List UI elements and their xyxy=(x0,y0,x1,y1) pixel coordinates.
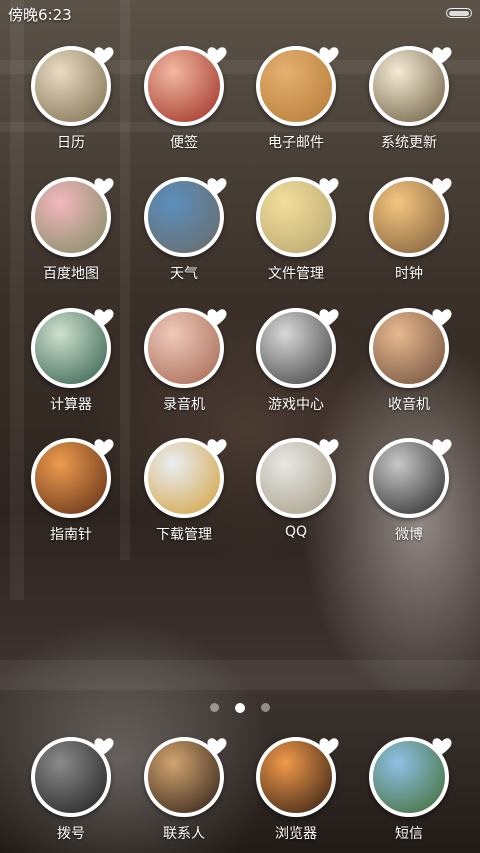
app-icon-wrap xyxy=(144,46,227,126)
heart-icon xyxy=(207,738,227,755)
app-icon-wrap xyxy=(31,438,114,518)
app-icon-wrap xyxy=(369,46,452,126)
heart-icon xyxy=(94,47,114,64)
app-label: 文件管理 xyxy=(268,266,324,282)
app-icon-wrap xyxy=(144,308,227,388)
app-label: 便签 xyxy=(170,135,198,151)
app-label: 系统更新 xyxy=(381,135,437,151)
app-icon-wrap xyxy=(144,438,227,518)
app-label: 时钟 xyxy=(395,266,423,282)
app-label: 联系人 xyxy=(163,826,205,842)
app-icon-wrap xyxy=(31,308,114,388)
page-dot[interactable] xyxy=(261,703,270,712)
heart-icon xyxy=(207,439,227,456)
app-icon-wrap xyxy=(256,46,339,126)
heart-icon xyxy=(319,439,339,456)
page-indicator xyxy=(0,697,480,713)
heart-icon xyxy=(432,439,452,456)
app-label: 计算器 xyxy=(50,397,92,413)
app-icon-wrap xyxy=(31,737,114,817)
dock-dialer[interactable]: 拨号 xyxy=(16,737,126,843)
app-qq[interactable]: QQ xyxy=(241,438,351,540)
app-icon-wrap xyxy=(256,308,339,388)
app-icon-wrap xyxy=(369,438,452,518)
app-label: 游戏中心 xyxy=(268,397,324,413)
app-icon-wrap xyxy=(144,737,227,817)
app-icon-wrap xyxy=(256,177,339,257)
app-label: 天气 xyxy=(170,266,198,282)
heart-icon xyxy=(432,309,452,326)
app-label: 微博 xyxy=(395,527,423,543)
dock-browser[interactable]: 浏览器 xyxy=(241,737,351,843)
dock-messages[interactable]: 短信 xyxy=(354,737,464,843)
app-calculator[interactable]: 计算器 xyxy=(16,308,126,414)
app-label: 日历 xyxy=(57,135,85,151)
app-system-update[interactable]: 系统更新 xyxy=(354,46,464,152)
status-time: 傍晚6:23 xyxy=(8,6,72,24)
app-label: 拨号 xyxy=(57,826,85,842)
app-label: 下载管理 xyxy=(156,527,212,543)
heart-icon xyxy=(94,178,114,195)
app-clock[interactable]: 时钟 xyxy=(354,177,464,283)
app-game-center[interactable]: 游戏中心 xyxy=(241,308,351,414)
heart-icon xyxy=(319,47,339,64)
app-label: 浏览器 xyxy=(275,826,317,842)
heart-icon xyxy=(319,738,339,755)
app-label: 录音机 xyxy=(163,397,205,413)
heart-icon xyxy=(432,47,452,64)
heart-icon xyxy=(319,178,339,195)
app-icon-wrap xyxy=(256,737,339,817)
app-radio[interactable]: 收音机 xyxy=(354,308,464,414)
status-bar: 傍晚6:23 xyxy=(0,0,480,28)
app-label: 收音机 xyxy=(388,397,430,413)
heart-icon xyxy=(432,178,452,195)
heart-icon xyxy=(207,309,227,326)
battery-icon xyxy=(446,8,472,18)
app-notes[interactable]: 便签 xyxy=(129,46,239,152)
app-baidu-map[interactable]: 百度地图 xyxy=(16,177,126,283)
dock-contacts[interactable]: 联系人 xyxy=(129,737,239,843)
heart-icon xyxy=(319,309,339,326)
app-label: QQ xyxy=(284,524,308,540)
app-icon-wrap xyxy=(144,177,227,257)
app-icon-wrap xyxy=(369,177,452,257)
page-dot[interactable] xyxy=(235,702,245,713)
app-icon-wrap xyxy=(369,308,452,388)
app-icon-wrap xyxy=(31,46,114,126)
heart-icon xyxy=(207,47,227,64)
app-label: 指南针 xyxy=(50,527,92,543)
app-weibo[interactable]: 微博 xyxy=(354,438,464,544)
app-label: 短信 xyxy=(395,826,423,842)
heart-icon xyxy=(94,439,114,456)
app-file-manager[interactable]: 文件管理 xyxy=(241,177,351,283)
app-download-manager[interactable]: 下载管理 xyxy=(129,438,239,544)
app-label: 百度地图 xyxy=(43,266,99,282)
app-calendar[interactable]: 日历 xyxy=(16,46,126,152)
heart-icon xyxy=(94,738,114,755)
heart-icon xyxy=(94,309,114,326)
app-icon-wrap xyxy=(369,737,452,817)
app-recorder[interactable]: 录音机 xyxy=(129,308,239,414)
app-weather[interactable]: 天气 xyxy=(129,177,239,283)
page-dot[interactable] xyxy=(210,703,219,712)
app-email[interactable]: 电子邮件 xyxy=(241,46,351,152)
app-icon-wrap xyxy=(256,438,339,518)
app-icon-wrap xyxy=(31,177,114,257)
heart-icon xyxy=(432,738,452,755)
app-compass[interactable]: 指南针 xyxy=(16,438,126,544)
app-label: 电子邮件 xyxy=(268,135,324,151)
heart-icon xyxy=(207,178,227,195)
